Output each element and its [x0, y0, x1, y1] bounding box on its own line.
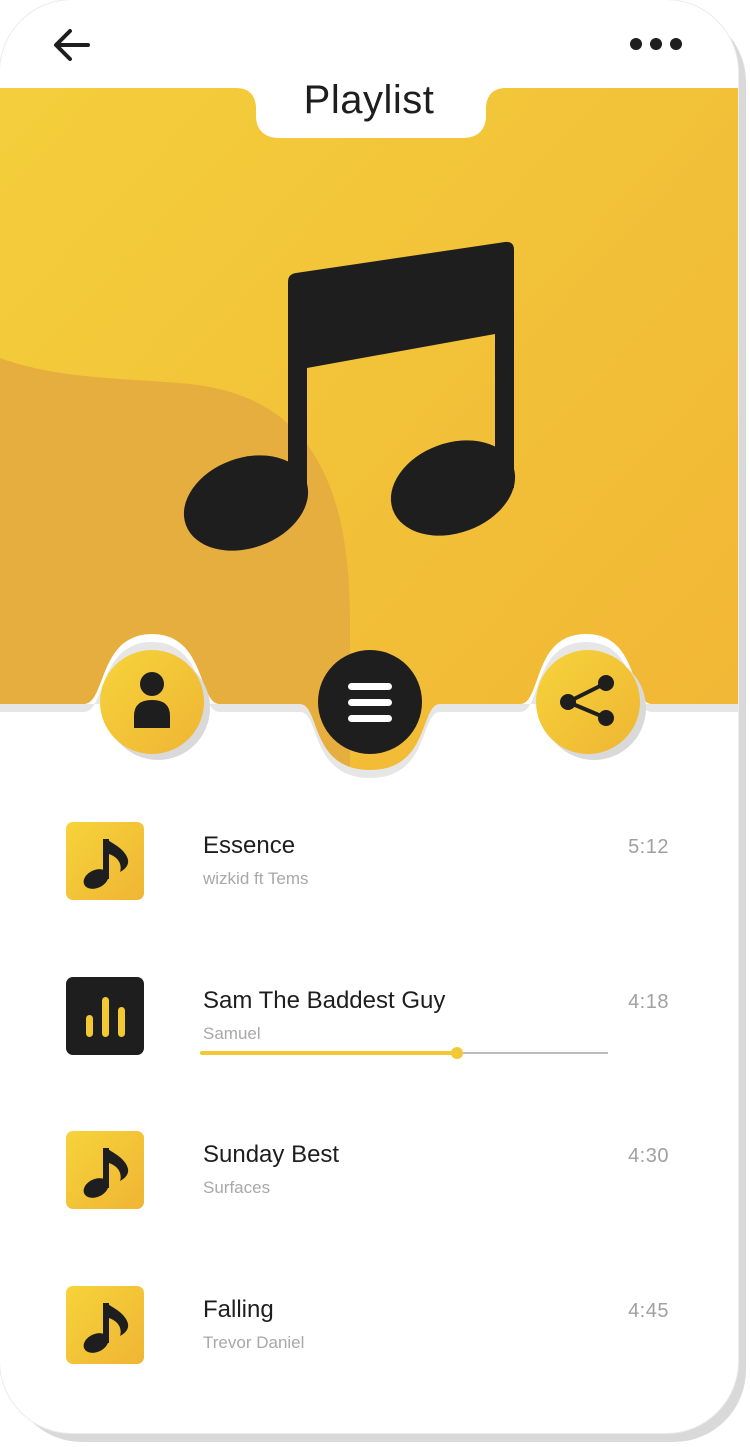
profile-button[interactable]	[100, 650, 210, 760]
progress-fill	[200, 1051, 458, 1055]
track-artist: Trevor Daniel	[203, 1333, 305, 1352]
track-row[interactable]: Falling Trevor Daniel 4:45	[0, 1286, 738, 1386]
menu-button[interactable]	[318, 650, 422, 754]
person-icon	[100, 650, 210, 760]
track-duration: 4:30	[628, 1145, 669, 1167]
music-note-icon	[66, 822, 144, 900]
more-horizontal-icon	[630, 38, 682, 50]
track-artist: Surfaces	[203, 1178, 271, 1197]
track-thumbnail[interactable]	[66, 1131, 144, 1209]
back-button[interactable]	[48, 22, 96, 70]
progress-knob[interactable]	[451, 1047, 464, 1059]
track-artist: Samuel	[203, 1024, 261, 1043]
track-title[interactable]: Sam The Baddest Guy	[203, 987, 445, 1015]
equalizer-icon	[66, 977, 144, 1055]
track-duration: 5:12	[628, 836, 669, 858]
track-title[interactable]: Essence	[203, 832, 295, 860]
track-thumbnail[interactable]	[66, 1286, 144, 1364]
track-duration: 4:18	[628, 991, 669, 1013]
track-thumbnail[interactable]	[66, 822, 144, 900]
page-title: Playlist	[303, 78, 435, 122]
phone-frame: Playlist Essence wizkid ft Tems 5:12 Sam…	[0, 0, 738, 1433]
track-title[interactable]: Sunday Best	[203, 1141, 339, 1169]
track-row[interactable]: Essence wizkid ft Tems 5:12	[0, 822, 738, 922]
track-row[interactable]: Sam The Baddest Guy Samuel 4:18	[0, 977, 738, 1077]
playback-progress-slider[interactable]	[200, 1043, 608, 1063]
music-note-icon	[66, 1286, 144, 1364]
share-button[interactable]	[536, 650, 646, 760]
track-duration: 4:45	[628, 1300, 669, 1322]
share-icon	[536, 650, 646, 760]
menu-icon	[318, 650, 422, 754]
track-artist: wizkid ft Tems	[203, 869, 309, 888]
now-playing-thumbnail[interactable]	[66, 977, 144, 1055]
more-options-button[interactable]	[620, 28, 692, 60]
track-row[interactable]: Sunday Best Surfaces 4:30	[0, 1131, 738, 1231]
music-note-icon	[66, 1131, 144, 1209]
track-title[interactable]: Falling	[203, 1296, 274, 1324]
arrow-left-icon	[54, 29, 90, 61]
